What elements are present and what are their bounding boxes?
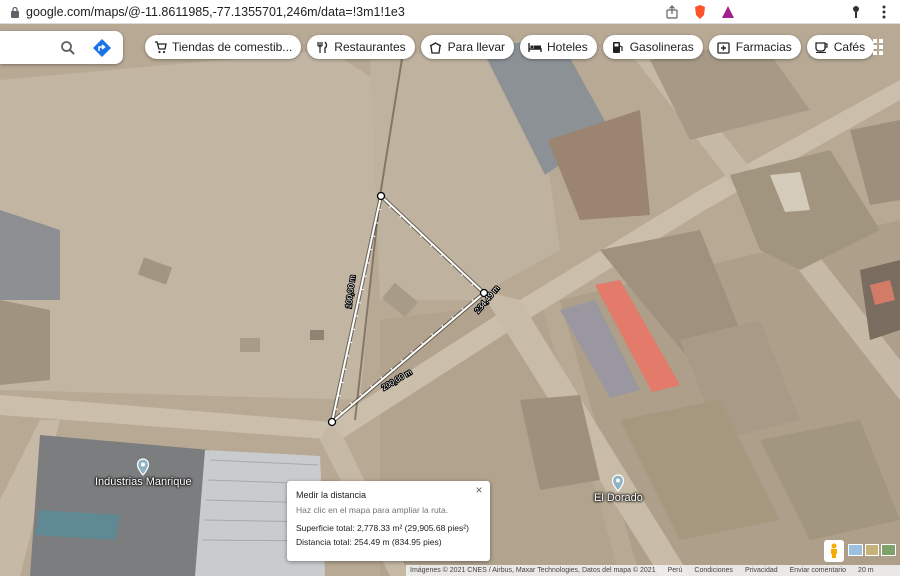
more-menu-icon[interactable] (876, 4, 892, 20)
measure-title: Medir la distancia (296, 490, 367, 500)
pin-extension-icon[interactable] (848, 4, 864, 20)
google-maps-window: google.com/maps/@-11.8611985,-77.1355701… (0, 0, 900, 576)
fuel-icon (611, 40, 625, 54)
measure-tick (349, 341, 353, 344)
fork-knife-icon (315, 40, 329, 54)
chip-takeout[interactable]: Para llevar (420, 35, 515, 59)
imagery-attribution: Imágenes © 2021 CNES / Airbus, Maxar Tec… (410, 567, 656, 574)
lock-icon (8, 5, 22, 19)
chip-label: Farmacias (735, 40, 792, 54)
chip-label: Gasolineras (629, 40, 694, 54)
apps-grid-icon[interactable] (867, 39, 885, 55)
layer-thumb[interactable] (881, 544, 897, 556)
measure-total-distance: Distancia total: 254.49 m (834.95 pies) (296, 537, 442, 547)
url-text[interactable]: google.com/maps/@-11.8611985,-77.1355701… (26, 5, 405, 19)
place-label: El Dorado (594, 492, 643, 504)
bed-icon (528, 40, 542, 54)
share-icon[interactable] (664, 4, 680, 20)
chip-label: Cafés (833, 40, 866, 54)
measure-tick (346, 355, 350, 357)
cart-icon (153, 40, 167, 54)
chip-restaurants[interactable]: Restaurantes (307, 35, 415, 59)
measure-tick (352, 328, 356, 331)
measure-tick (334, 408, 338, 410)
measure-tick (363, 275, 367, 277)
chip-label: Para llevar (447, 40, 506, 54)
measure-tick (340, 381, 344, 384)
measure-tick (378, 208, 382, 211)
chip-label: Hoteles (547, 40, 588, 54)
chip-label: Tiendas de comestib... (172, 40, 293, 54)
measure-distance-panel: Medir la distancia Haz clic en el mapa p… (287, 481, 490, 561)
measure-tick (369, 248, 373, 251)
brave-shield-icon[interactable] (692, 4, 708, 20)
chip-hotels[interactable]: Hoteles (520, 35, 597, 59)
imagery-thumbnails[interactable] (848, 544, 897, 558)
measure-tick (337, 394, 341, 397)
takeout-icon (429, 40, 443, 54)
place-marker-el-dorado[interactable]: El Dorado (594, 474, 643, 504)
measure-vertex[interactable] (327, 417, 337, 427)
segment-label-left: 100,00 m (344, 274, 357, 309)
measure-tick (354, 315, 359, 317)
measure-hint: Haz clic en el mapa para ampliar la ruta… (296, 505, 449, 515)
layer-thumb[interactable] (864, 544, 880, 556)
search-icon[interactable] (57, 37, 79, 59)
measure-tick (372, 235, 376, 238)
chip-gas-stations[interactable]: Gasolineras (602, 35, 703, 59)
segment-label-bottom: 200,00 m (380, 367, 414, 392)
close-icon[interactable]: × (473, 484, 485, 496)
category-chips: Tiendas de comestib... Restaurantes Para… (145, 35, 875, 59)
place-label: Industrias Manrique (95, 476, 192, 488)
search-box[interactable] (0, 31, 123, 64)
measure-tick (375, 222, 379, 224)
measure-tick (366, 261, 370, 264)
place-marker-industrias-manrique[interactable]: Industrias Manrique (95, 458, 192, 488)
country-link[interactable]: Perú (668, 567, 683, 574)
measure-tick (360, 288, 364, 291)
feedback-link[interactable]: Enviar comentario (790, 567, 846, 574)
chip-pharmacies[interactable]: Farmacias (708, 35, 801, 59)
chip-cafes[interactable]: Cafés (806, 35, 875, 59)
brave-rewards-icon[interactable] (720, 4, 736, 20)
street-view-pegman-icon[interactable] (824, 540, 844, 562)
chip-groceries[interactable]: Tiendas de comestib... (145, 35, 302, 59)
terms-link[interactable]: Condiciones (694, 567, 733, 574)
privacy-link[interactable]: Privacidad (745, 567, 778, 574)
scale-label: 20 m (858, 567, 874, 574)
chip-label: Restaurantes (334, 40, 406, 54)
measure-total-area: Superficie total: 2,778.33 m² (29,905.68… (296, 523, 469, 533)
layer-thumb[interactable] (848, 544, 863, 556)
browser-address-bar[interactable]: google.com/maps/@-11.8611985,-77.1355701… (0, 0, 900, 24)
pharmacy-icon (717, 40, 731, 54)
measure-vertex[interactable] (376, 191, 386, 201)
measure-tick (343, 368, 347, 370)
coffee-icon (815, 40, 829, 54)
directions-icon[interactable] (91, 37, 113, 59)
measure-tick (357, 301, 361, 304)
place-pin-icon (612, 474, 625, 492)
map-footer: Imágenes © 2021 CNES / Airbus, Maxar Tec… (406, 565, 900, 576)
place-pin-icon (137, 458, 150, 476)
